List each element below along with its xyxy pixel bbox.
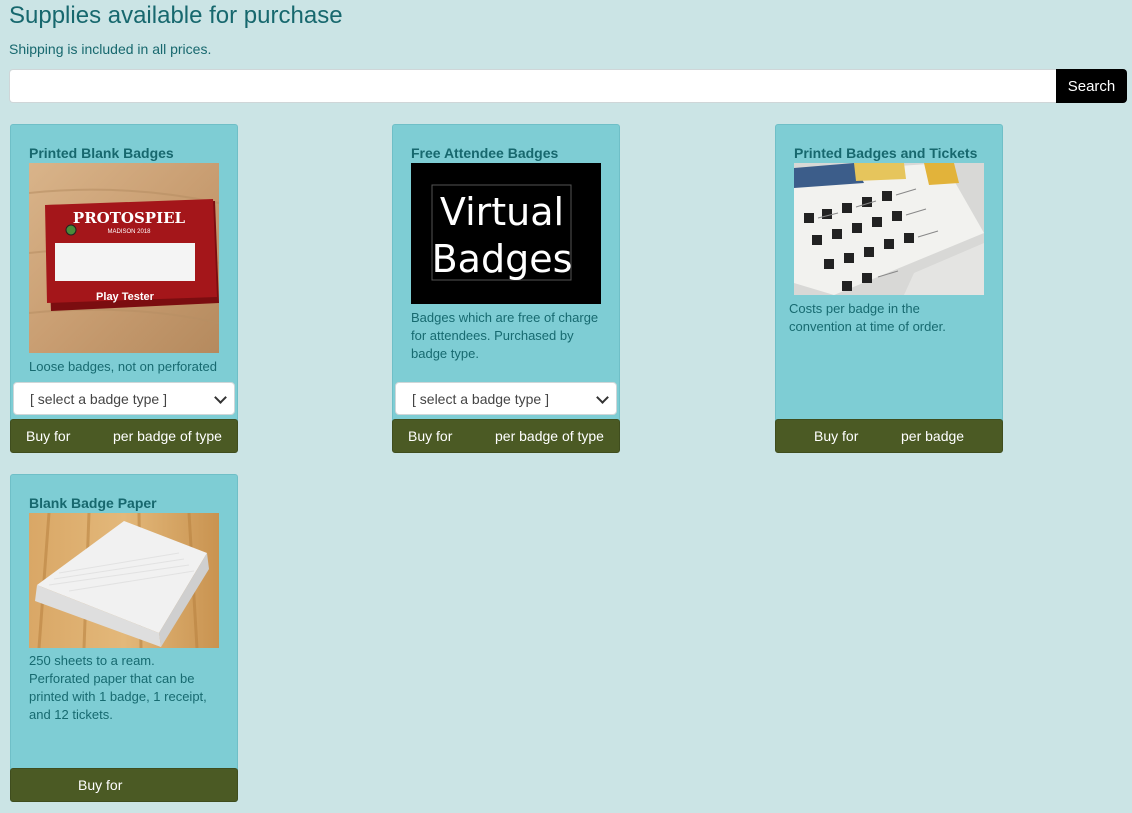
- search-input[interactable]: [9, 69, 1056, 103]
- buy-prefix: Buy for: [26, 428, 71, 444]
- buy-button[interactable]: Buy for: [10, 768, 238, 802]
- badge-type-select[interactable]: [ select a badge type ]: [395, 382, 617, 415]
- product-description: 250 sheets to a ream. Perforated paper t…: [29, 653, 207, 722]
- product-card-printed-badges-tickets: Printed Badges and Tickets Costs per bad…: [775, 124, 1003, 453]
- page-title: Supplies available for purchase: [9, 2, 343, 29]
- badge-event-text: MADISON 2018: [107, 229, 151, 235]
- product-title: Free Attendee Badges: [411, 145, 559, 161]
- product-title: Printed Badges and Tickets: [794, 145, 978, 161]
- chevron-down-icon: [214, 391, 227, 404]
- buy-button[interactable]: Buy for per badge of type: [392, 419, 620, 453]
- product-image-virtual-badges: Virtual Badges: [411, 163, 601, 304]
- badge-type-select-value: [ select a badge type ]: [30, 390, 167, 407]
- product-card-free-attendee-badges: Free Attendee Badges Virtual Badges Badg…: [392, 124, 620, 453]
- product-title: Printed Blank Badges: [29, 145, 174, 161]
- search-button[interactable]: Search: [1056, 69, 1127, 103]
- virtual-text: Virtual: [440, 190, 564, 234]
- product-card-printed-blank-badges: Printed Blank Badges PROTOSPIEL MADISON …: [10, 124, 238, 453]
- badge-brand-text: PROTOSPIEL: [73, 209, 186, 227]
- badge-type-select[interactable]: [ select a badge type ]: [13, 382, 235, 415]
- buy-button[interactable]: Buy for per badge: [775, 419, 1003, 453]
- badge-label-text: Play Tester: [96, 291, 155, 303]
- product-description: Loose badges, not on perforated: [29, 359, 217, 374]
- chevron-down-icon: [596, 391, 609, 404]
- product-image-ticket-sheets: [794, 163, 984, 295]
- search-bar: Search: [9, 69, 1127, 103]
- buy-prefix: Buy for: [814, 428, 859, 444]
- buy-prefix: Buy for: [78, 777, 123, 793]
- product-image-paper-ream: [29, 513, 219, 648]
- buy-button[interactable]: Buy for per badge of type: [10, 419, 238, 453]
- product-card-blank-badge-paper: Blank Badge Paper 250 sheets to a ream. …: [10, 474, 238, 802]
- product-description: Costs per badge in the convention at tim…: [789, 301, 946, 334]
- buy-suffix: per badge: [901, 428, 965, 444]
- product-description: Badges which are free of charge for atte…: [411, 310, 599, 361]
- buy-suffix: per badge of type: [113, 428, 222, 444]
- buy-suffix: per badge of type: [495, 428, 604, 444]
- badge-type-select-value: [ select a badge type ]: [412, 390, 549, 407]
- product-title: Blank Badge Paper: [29, 495, 157, 511]
- product-image-protospiel-badge: PROTOSPIEL MADISON 2018 Play Tester: [29, 163, 219, 353]
- buy-prefix: Buy for: [408, 428, 453, 444]
- shipping-note: Shipping is included in all prices.: [9, 41, 212, 57]
- badges-text: Badges: [432, 237, 573, 281]
